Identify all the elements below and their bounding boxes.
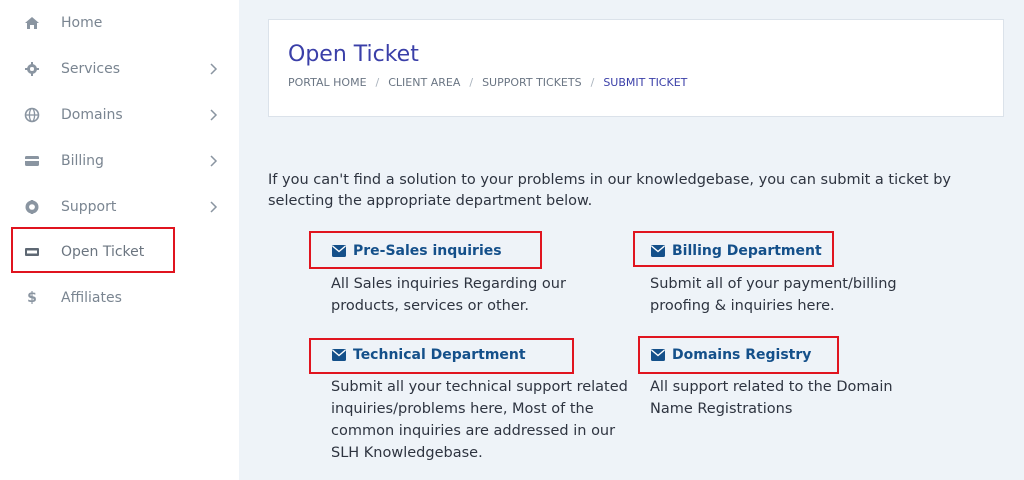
- chevron-right-icon: [210, 63, 218, 75]
- department-name: Technical Department: [353, 347, 526, 363]
- sidebar-item-affiliates[interactable]: $ Affiliates: [0, 283, 239, 313]
- department-description: Submit all of your payment/billing proof…: [650, 276, 897, 314]
- department-description: Submit all your technical support relate…: [331, 379, 628, 461]
- credit-card-icon: [24, 153, 40, 169]
- department-link-billing[interactable]: Billing Department: [651, 243, 822, 259]
- sidebar-item-services[interactable]: Services: [0, 54, 239, 84]
- chevron-right-icon: [210, 201, 218, 213]
- dollar-icon: $: [27, 290, 37, 306]
- globe-icon: [24, 107, 40, 123]
- department-name: Domains Registry: [672, 347, 812, 363]
- sidebar-item-label: Affiliates: [61, 290, 122, 306]
- ticket-icon: [24, 244, 40, 260]
- breadcrumb-submit-ticket: SUBMIT TICKET: [603, 76, 688, 89]
- department-link-technical[interactable]: Technical Department: [332, 347, 526, 363]
- envelope-icon: [651, 349, 665, 361]
- home-icon: [24, 15, 40, 31]
- envelope-icon: [651, 245, 665, 257]
- breadcrumb: PORTAL HOME / CLIENT AREA / SUPPORT TICK…: [288, 76, 687, 89]
- page-header-card: Open Ticket PORTAL HOME / CLIENT AREA / …: [268, 19, 1004, 117]
- breadcrumb-separator: /: [590, 76, 595, 89]
- gear-icon: [24, 61, 40, 77]
- sidebar-item-label: Home: [61, 15, 103, 31]
- sidebar-item-domains[interactable]: Domains: [0, 100, 239, 130]
- sidebar-item-label: Billing: [61, 153, 104, 169]
- page-title: Open Ticket: [288, 42, 419, 67]
- breadcrumb-client-area[interactable]: CLIENT AREA: [388, 76, 460, 89]
- intro-text: If you can't find a solution to your pro…: [268, 172, 951, 209]
- sidebar-item-label: Domains: [61, 107, 123, 123]
- envelope-icon: [332, 245, 346, 257]
- breadcrumb-portal-home[interactable]: PORTAL HOME: [288, 76, 367, 89]
- sidebar-item-support[interactable]: Support: [0, 192, 239, 222]
- sidebar: Home Services Domains Billing Support Op: [0, 0, 239, 480]
- breadcrumb-support-tickets[interactable]: SUPPORT TICKETS: [482, 76, 582, 89]
- department-name: Pre-Sales inquiries: [353, 243, 502, 259]
- chevron-right-icon: [210, 109, 218, 121]
- sidebar-item-label: Services: [61, 61, 121, 77]
- envelope-icon: [332, 349, 346, 361]
- department-link-domains-registry[interactable]: Domains Registry: [651, 347, 811, 363]
- sidebar-item-billing[interactable]: Billing: [0, 146, 239, 176]
- breadcrumb-separator: /: [469, 76, 474, 89]
- department-name: Billing Department: [672, 243, 822, 259]
- sidebar-item-open-ticket[interactable]: Open Ticket: [0, 237, 239, 267]
- department-link-pre-sales[interactable]: Pre-Sales inquiries: [332, 243, 502, 259]
- lifebuoy-icon: [24, 199, 40, 215]
- sidebar-item-home[interactable]: Home: [0, 8, 239, 38]
- chevron-right-icon: [210, 155, 218, 167]
- department-description: All support related to the Domain Name R…: [650, 379, 893, 417]
- sidebar-item-label: Open Ticket: [61, 244, 145, 260]
- sidebar-item-label: Support: [61, 199, 117, 215]
- breadcrumb-separator: /: [375, 76, 380, 89]
- department-description: All Sales inquiries Regarding our produc…: [331, 276, 566, 314]
